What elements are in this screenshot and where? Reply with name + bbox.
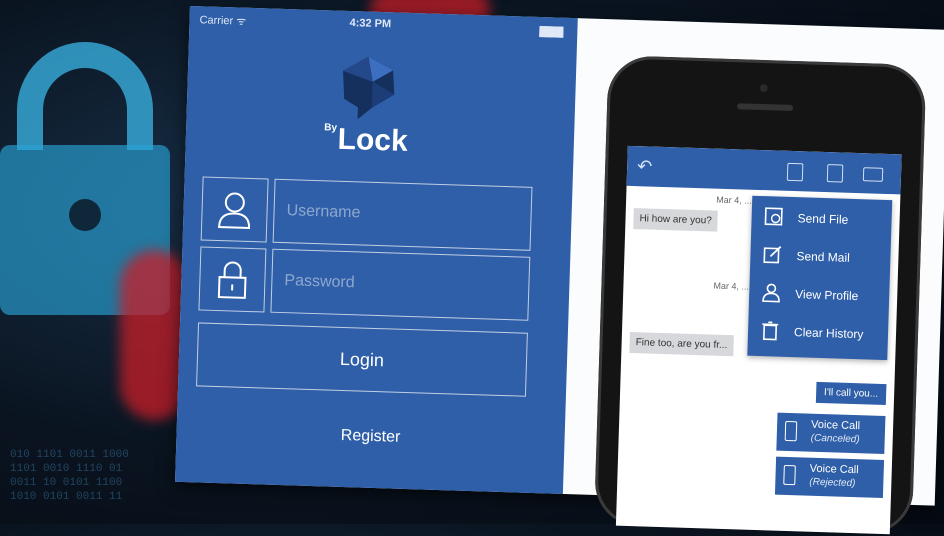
phone-speaker <box>737 103 794 111</box>
message-incoming: Fine too, are you fr... <box>629 331 734 357</box>
menu-item-send-mail[interactable]: Send Mail <box>750 236 891 278</box>
menu-item-label: Send File <box>797 211 849 227</box>
app-title-prefix: By <box>324 122 338 134</box>
chat-screen: ↶ Mar 4, ... Hi how are you? Mar 4, ... … <box>615 145 902 535</box>
menu-item-send-file[interactable]: Send File <box>751 198 892 240</box>
carrier-label: Carrier ᯤ <box>199 14 247 28</box>
menu-item-label: Clear History <box>793 325 864 342</box>
phone-device: ↶ Mar 4, ... Hi how are you? Mar 4, ... … <box>593 55 927 535</box>
app-title: ByLock <box>323 122 408 159</box>
status-time: 4:32 PM <box>349 17 392 31</box>
call-status: (Canceled) <box>810 432 860 446</box>
background-code: 010 1101 0011 1000 1101 0010 1110 01 001… <box>10 449 129 503</box>
call-log-item: Voice Call (Rejected) <box>774 456 885 499</box>
speech-bubble-logo-icon <box>343 56 395 120</box>
keyboard-icon[interactable] <box>862 167 884 182</box>
chat-date: Mar 4, ... <box>716 194 752 206</box>
chat-date: Mar 4, ... <box>713 280 750 292</box>
password-row <box>198 246 531 321</box>
battery-icon <box>539 25 564 38</box>
phone-icon <box>783 464 796 486</box>
username-input[interactable] <box>272 178 533 251</box>
menu-item-label: Send Mail <box>796 249 851 265</box>
app-title-name: Lock <box>337 122 409 158</box>
call-title: Voice Call <box>809 462 859 477</box>
file-icon <box>763 206 784 227</box>
login-screen: Carrier ᯤ 4:32 PM ByLock Login Regis <box>175 6 578 494</box>
message-incoming: Hi how are you? <box>633 208 719 232</box>
back-arrow-icon[interactable]: ↶ <box>637 156 653 177</box>
call-title: Voice Call <box>810 418 861 433</box>
pencil-icon <box>762 244 783 265</box>
lock-icon <box>198 246 267 313</box>
chat-top-bar: ↶ <box>626 145 902 195</box>
screenshot-card: Carrier ᯤ 4:32 PM ByLock Login Regis <box>175 6 944 535</box>
message-outgoing: I'll call you... <box>815 381 887 406</box>
user-icon <box>761 282 782 303</box>
menu-item-label: View Profile <box>795 287 859 304</box>
lock-icon[interactable] <box>786 162 804 182</box>
phone-icon[interactable] <box>826 164 844 183</box>
register-link[interactable]: Register <box>176 422 564 452</box>
menu-item-clear-history[interactable]: Clear History <box>747 312 888 354</box>
menu-item-view-profile[interactable]: View Profile <box>749 274 890 316</box>
call-log-item: Voice Call (Canceled) <box>776 412 886 455</box>
call-status: (Rejected) <box>809 476 856 490</box>
phone-icon <box>784 420 798 442</box>
phone-camera <box>759 83 768 93</box>
password-input[interactable] <box>270 248 531 321</box>
trash-icon <box>760 320 781 341</box>
login-button[interactable]: Login <box>196 322 528 397</box>
username-row <box>200 176 533 251</box>
user-icon <box>200 176 269 243</box>
options-dropdown-menu: Send File Send Mail View Profile Clear H… <box>747 195 893 361</box>
status-bar: Carrier ᯤ 4:32 PM <box>189 12 577 40</box>
